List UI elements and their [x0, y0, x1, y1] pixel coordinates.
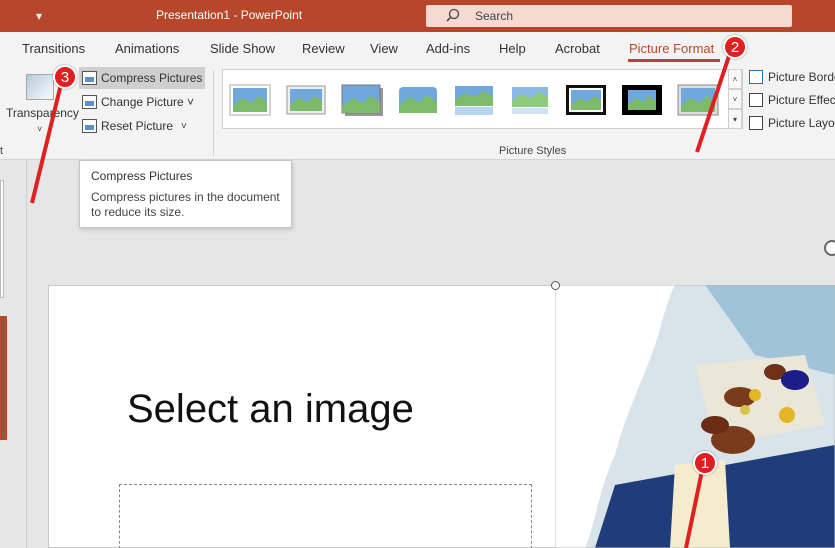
- picture-border-icon: [749, 70, 763, 84]
- search-placeholder: Search: [475, 9, 514, 23]
- picture-effects-icon: [749, 93, 763, 107]
- gallery-scroll-up[interactable]: ˄: [728, 69, 742, 89]
- reset-picture-label: Reset Picture: [101, 119, 174, 133]
- picture-style-metal-frame[interactable]: [677, 84, 719, 116]
- search-icon: [446, 8, 460, 22]
- picture-styles-group-label: Picture Styles: [499, 145, 567, 157]
- search-box[interactable]: Search: [426, 5, 792, 27]
- change-picture-button[interactable]: Change Picture ˅: [82, 91, 194, 113]
- content-placeholder[interactable]: [119, 484, 532, 548]
- change-picture-icon: [82, 95, 97, 109]
- kitchen-photo: [555, 285, 835, 548]
- document-title: Presentation1 - PowerPoint: [156, 8, 303, 22]
- reset-picture-icon: [82, 119, 97, 133]
- gallery-more-button[interactable]: ▾: [728, 109, 742, 129]
- compress-pictures-icon: [82, 71, 97, 85]
- picture-style-soft-reflected[interactable]: [509, 84, 551, 116]
- transparency-label: Transparency: [6, 106, 79, 120]
- annotation-badge-1: 1: [693, 451, 717, 475]
- reset-picture-button[interactable]: Reset Picture ˅: [82, 115, 187, 137]
- rotate-handle[interactable]: [824, 240, 835, 256]
- picture-layout-button[interactable]: Picture Layou: [749, 116, 835, 130]
- compress-pictures-button[interactable]: Compress Pictures: [79, 67, 205, 89]
- picture-style-thick-black[interactable]: [621, 84, 663, 116]
- picture-effects-button[interactable]: Picture Effect: [749, 93, 835, 107]
- ribbon: Transparency ˅ t Compress Pictures Chang…: [0, 64, 835, 160]
- customize-qat-icon[interactable]: ▾: [26, 0, 52, 32]
- picture-border-button[interactable]: Picture Borde: [749, 70, 835, 84]
- picture-style-black-frame[interactable]: [565, 84, 607, 116]
- active-tab-indicator: [628, 59, 720, 62]
- ribbon-tabs: Transitions Animations Slide Show Review…: [0, 32, 835, 64]
- picture-style-simple-frame[interactable]: [229, 84, 271, 116]
- picture-layout-label: Picture Layou: [768, 116, 835, 130]
- tab-animations[interactable]: Animations: [115, 41, 179, 56]
- tab-help[interactable]: Help: [499, 41, 526, 56]
- quick-access-toolbar: ▾: [0, 0, 52, 32]
- left-group-label: t: [0, 145, 4, 157]
- compress-pictures-tooltip: Compress Pictures Compress pictures in t…: [79, 160, 292, 228]
- annotation-badge-2: 2: [723, 35, 747, 59]
- tab-transitions[interactable]: Transitions: [22, 41, 85, 56]
- chevron-down-icon: ˅: [37, 124, 43, 134]
- tab-review[interactable]: Review: [302, 41, 345, 56]
- picture-style-rounded[interactable]: [397, 84, 439, 116]
- picture-style-shadow[interactable]: [341, 84, 383, 116]
- picture-layout-icon: [749, 116, 763, 130]
- tooltip-body: Compress pictures in the document to red…: [91, 190, 280, 219]
- tab-slide-show[interactable]: Slide Show: [210, 41, 275, 56]
- picture-styles-gallery: [222, 69, 743, 129]
- picture-effects-label: Picture Effect: [768, 93, 835, 107]
- title-bar: ▾ Presentation1 - PowerPoint Search: [0, 0, 835, 32]
- picture-border-label: Picture Borde: [768, 70, 835, 84]
- slide-title[interactable]: Select an image: [127, 387, 414, 432]
- change-picture-label: Change Picture ˅: [101, 95, 195, 109]
- slide-thumbnail-selected[interactable]: [0, 316, 7, 440]
- picture-style-soft-edge[interactable]: [285, 84, 327, 116]
- app-icon[interactable]: [0, 0, 26, 32]
- gallery-scroll-down[interactable]: ˅: [728, 89, 742, 109]
- selected-picture[interactable]: [555, 285, 835, 548]
- transparency-icon: [26, 74, 54, 100]
- resize-handle[interactable]: [551, 281, 560, 290]
- slide-thumbnail-pane: [0, 160, 27, 548]
- tab-acrobat[interactable]: Acrobat: [555, 41, 600, 56]
- picture-style-reflected[interactable]: [453, 84, 495, 116]
- tab-picture-format[interactable]: Picture Format: [629, 41, 714, 56]
- group-separator: [213, 70, 214, 156]
- tooltip-title: Compress Pictures: [91, 169, 193, 183]
- tab-view[interactable]: View: [370, 41, 398, 56]
- chevron-down-icon: ˅: [181, 120, 187, 132]
- annotation-badge-3: 3: [53, 65, 77, 89]
- compress-pictures-label: Compress Pictures: [101, 71, 203, 85]
- slide-thumbnail[interactable]: [0, 180, 4, 298]
- tab-add-ins[interactable]: Add-ins: [426, 41, 470, 56]
